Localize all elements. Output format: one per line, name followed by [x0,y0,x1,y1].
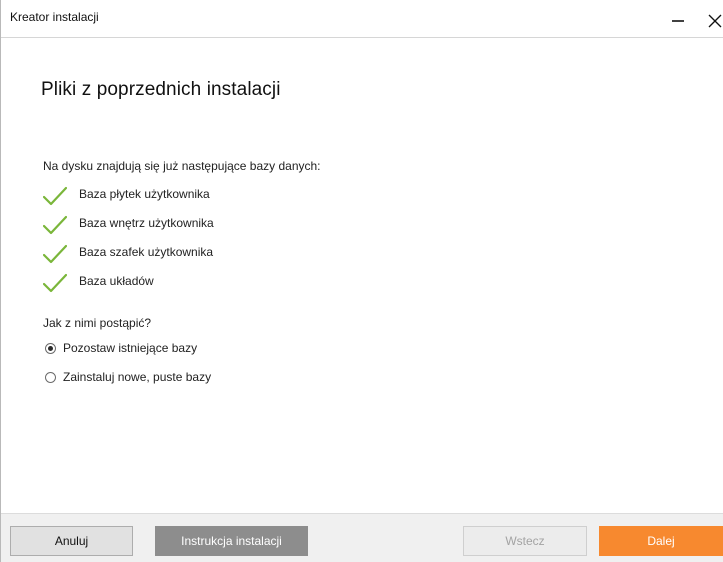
database-label: Baza układów [79,274,154,288]
radio-unselected-icon[interactable] [45,372,56,383]
installer-window: Kreator instalacji Pliki z poprzednich i… [0,0,723,562]
check-icon [43,244,67,264]
radio-label[interactable]: Pozostaw istniejące bazy [63,341,197,355]
check-icon [43,186,67,206]
window-title: Kreator instalacji [10,10,99,24]
radio-selected-icon[interactable] [45,343,56,354]
button-bar: Anuluj Instrukcja instalacji Wstecz Dale… [1,513,723,562]
database-label: Baza płytek użytkownika [79,187,210,201]
installation-guide-button[interactable]: Instrukcja instalacji [155,526,308,556]
next-button[interactable]: Dalej [599,526,723,556]
database-label: Baza wnętrz użytkownika [79,216,214,230]
intro-text: Na dysku znajdują się już następujące ba… [43,159,321,173]
minimize-button[interactable] [663,0,693,37]
cancel-button[interactable]: Anuluj [10,526,133,556]
check-icon [43,273,67,293]
page-title: Pliki z poprzednich instalacji [41,79,281,100]
check-icon [43,215,67,235]
radio-label[interactable]: Zainstaluj nowe, puste bazy [63,370,211,384]
close-button[interactable] [694,0,723,37]
database-label: Baza szafek użytkownika [79,245,214,259]
minimize-icon [672,20,684,22]
back-button[interactable]: Wstecz [463,526,587,556]
close-icon [708,14,722,28]
page-content: Pliki z poprzednich instalacji Na dysku … [1,38,723,524]
question-text: Jak z nimi postąpić? [43,316,152,330]
title-bar[interactable]: Kreator instalacji [1,0,723,38]
